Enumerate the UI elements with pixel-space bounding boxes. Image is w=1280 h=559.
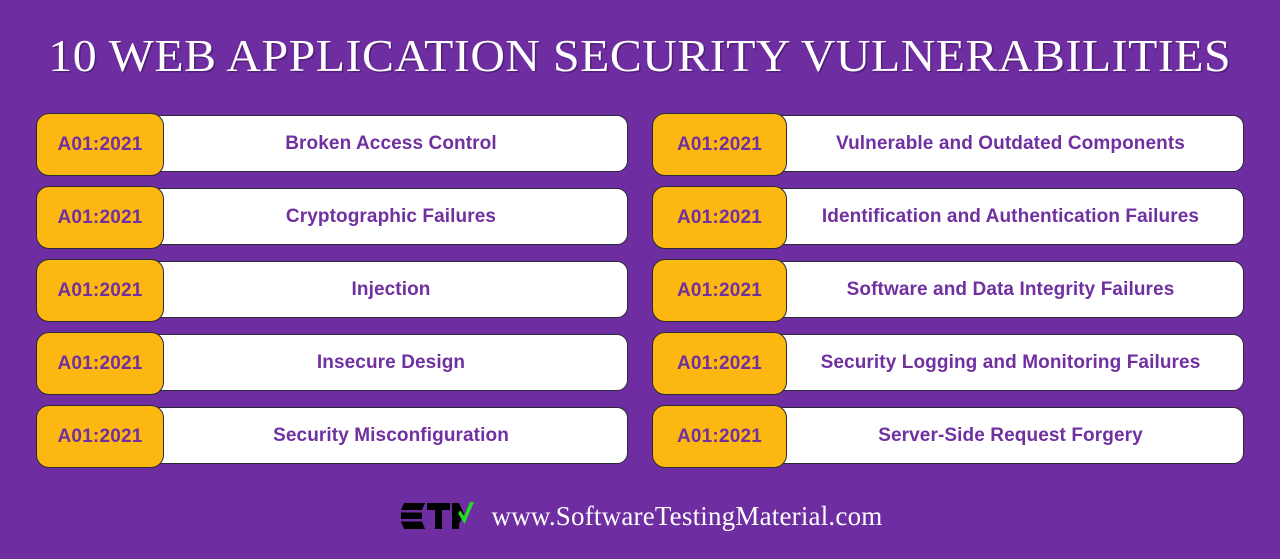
vulnerability-code: A01:2021 xyxy=(57,279,143,301)
vulnerability-row[interactable]: Identification and Authentication Failur… xyxy=(652,186,1244,249)
vulnerability-code: A01:2021 xyxy=(676,425,763,447)
vulnerability-row[interactable]: Insecure Design A01:2021 xyxy=(36,332,628,395)
vulnerability-code-badge: A01:2021 xyxy=(652,186,787,249)
vulnerability-row[interactable]: Vulnerable and Outdated Components A01:2… xyxy=(652,113,1244,176)
footer-url: www.SoftwareTestingMaterial.com xyxy=(491,501,883,531)
vulnerability-row[interactable]: Security Misconfiguration A01:2021 xyxy=(36,405,628,468)
vulnerability-code-badge: A01:2021 xyxy=(36,259,164,322)
vulnerability-row[interactable]: Security Logging and Monitoring Failures… xyxy=(652,332,1244,395)
vulnerability-row[interactable]: Software and Data Integrity Failures A01… xyxy=(652,259,1244,322)
vulnerability-code: A01:2021 xyxy=(676,279,763,301)
vulnerability-code-badge: A01:2021 xyxy=(652,113,787,176)
vulnerability-code-badge: A01:2021 xyxy=(652,259,787,322)
vulnerability-column-left: Broken Access Control A01:2021 Cryptogra… xyxy=(36,113,628,468)
title-bar: 10 WEB APPLICATION SECURITY VULNERABILIT… xyxy=(0,28,1280,84)
vulnerability-code: A01:2021 xyxy=(57,206,143,228)
vulnerability-code: A01:2021 xyxy=(676,352,763,374)
vulnerability-code-badge: A01:2021 xyxy=(36,113,164,176)
vulnerability-code-badge: A01:2021 xyxy=(652,405,787,468)
vulnerability-code: A01:2021 xyxy=(676,206,763,228)
vulnerability-row[interactable]: Broken Access Control A01:2021 xyxy=(36,113,628,176)
infographic-root: 10 WEB APPLICATION SECURITY VULNERABILIT… xyxy=(0,0,1280,559)
vulnerability-row[interactable]: Cryptographic Failures A01:2021 xyxy=(36,186,628,249)
vulnerability-code-badge: A01:2021 xyxy=(36,332,164,395)
page-title: 10 WEB APPLICATION SECURITY VULNERABILIT… xyxy=(48,30,1232,81)
vulnerability-row[interactable]: Injection A01:2021 xyxy=(36,259,628,322)
vulnerability-column-right: Vulnerable and Outdated Components A01:2… xyxy=(652,113,1244,468)
vulnerability-row[interactable]: Server-Side Request Forgery A01:2021 xyxy=(652,405,1244,468)
stm-logo-icon xyxy=(400,502,474,529)
vulnerability-code-badge: A01:2021 xyxy=(36,405,164,468)
vulnerability-grid: Broken Access Control A01:2021 Cryptogra… xyxy=(36,113,1244,468)
footer: www.SoftwareTestingMaterial.com xyxy=(0,498,1280,534)
vulnerability-code: A01:2021 xyxy=(57,133,143,155)
vulnerability-code-badge: A01:2021 xyxy=(652,332,787,395)
vulnerability-code-badge: A01:2021 xyxy=(36,186,164,249)
vulnerability-code: A01:2021 xyxy=(676,133,763,155)
vulnerability-code: A01:2021 xyxy=(57,425,143,447)
vulnerability-code: A01:2021 xyxy=(57,352,143,374)
